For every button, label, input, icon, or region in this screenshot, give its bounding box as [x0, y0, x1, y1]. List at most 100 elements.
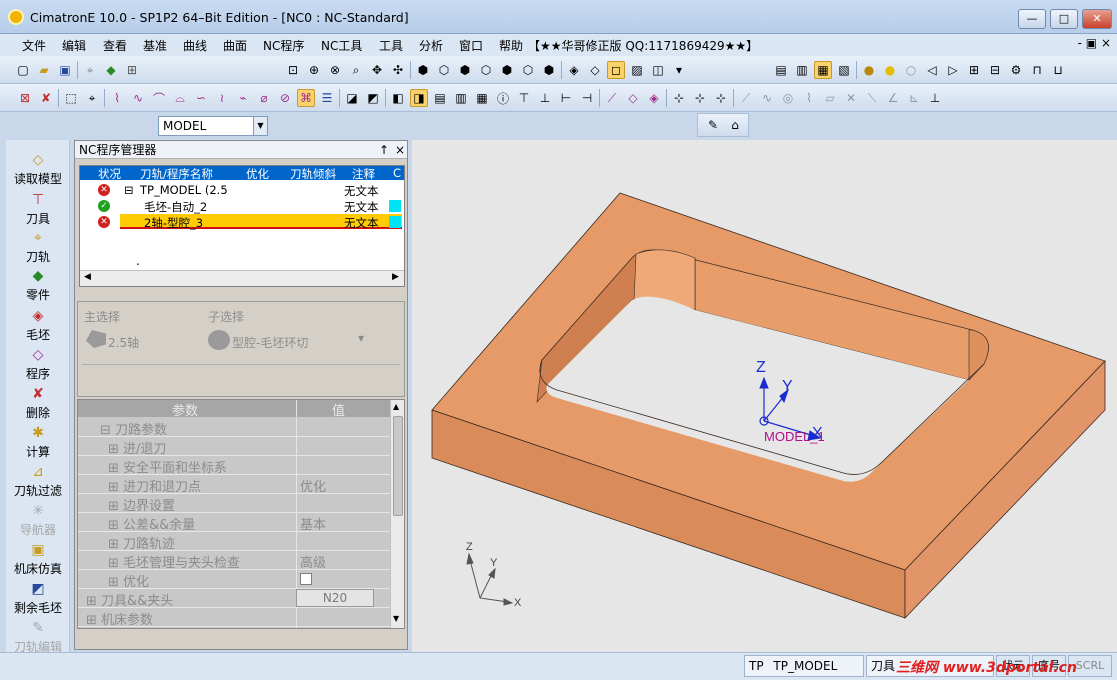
close-icon[interactable]: ×: [395, 141, 405, 159]
param-row[interactable]: ⊞ 公差&&余量 基本: [78, 513, 390, 533]
zoom-icon[interactable]: ⌕: [347, 61, 365, 79]
curve-c-icon[interactable]: ⌒: [150, 89, 168, 107]
curve-f-icon[interactable]: ≀: [213, 89, 231, 107]
param-row[interactable]: ⊞ 机床参数: [78, 608, 390, 628]
menu-datum[interactable]: 基准: [143, 37, 167, 54]
menu-tools[interactable]: 工具: [379, 37, 403, 54]
line-b-icon[interactable]: ∿: [758, 89, 776, 107]
curve-i-icon[interactable]: ⊘: [276, 89, 294, 107]
zoom-in-out-icon[interactable]: ⊗: [326, 61, 344, 79]
pin-icon[interactable]: ↑: [379, 141, 389, 159]
scroll-left-icon[interactable]: ◀: [84, 272, 91, 282]
sidebar-item-compute[interactable]: ✱ 计算: [6, 425, 70, 460]
light-off-icon[interactable]: ○: [902, 61, 920, 79]
scroll-up-icon[interactable]: ▲: [393, 402, 399, 411]
curve-active-icon[interactable]: ⌘: [297, 89, 315, 107]
view-right-icon[interactable]: ⬡: [477, 61, 495, 79]
view-top-icon[interactable]: ⬢: [456, 61, 474, 79]
sidebar-item-read-model[interactable]: ◇ 读取模型: [6, 152, 70, 187]
nc-g-icon[interactable]: ⊥: [536, 89, 554, 107]
scroll-down-icon[interactable]: ▼: [393, 614, 399, 623]
nc-b-icon[interactable]: ◨: [410, 89, 428, 107]
sidebar-item-tool[interactable]: ⊤ 刀具: [6, 192, 70, 227]
scroll-thumb[interactable]: [393, 416, 403, 516]
line-d-icon[interactable]: ⌇: [800, 89, 818, 107]
nc-e-icon[interactable]: ▦: [473, 89, 491, 107]
optimize-checkbox[interactable]: [300, 573, 312, 585]
parameter-table[interactable]: 参数 值 ⊟ 刀路参数 ⊞ 进/退刀 ⊞ 安全平面和坐标系 ⊞ 进刀和退刀点 优化 ⊞ 边…: [77, 399, 405, 629]
light-bulb-icon[interactable]: ●: [881, 61, 899, 79]
line-i-icon[interactable]: ⊾: [905, 89, 923, 107]
param-vertical-scrollbar[interactable]: ▲ ▼: [390, 400, 404, 628]
param-row[interactable]: ⊞ 毛坯管理与夹头检查 高级: [78, 551, 390, 571]
curve-h-icon[interactable]: ⌀: [255, 89, 273, 107]
maximize-button[interactable]: □: [1050, 9, 1078, 29]
line-h-icon[interactable]: ∠: [884, 89, 902, 107]
render-edges-icon[interactable]: ◇: [586, 61, 604, 79]
line-c-icon[interactable]: ◎: [779, 89, 797, 107]
tree-horizontal-scrollbar[interactable]: ◀ ▶: [80, 270, 404, 286]
view-front-icon[interactable]: ⬡: [435, 61, 453, 79]
menu-window[interactable]: 窗口: [459, 37, 483, 54]
view-left-icon[interactable]: ⬢: [498, 61, 516, 79]
sidebar-item-part[interactable]: ◆ 零件: [6, 268, 70, 303]
render-more-icon[interactable]: ▾: [670, 61, 688, 79]
shape-c-icon[interactable]: ◈: [645, 89, 663, 107]
view-back-icon[interactable]: ⬡: [519, 61, 537, 79]
next-icon[interactable]: ▷: [944, 61, 962, 79]
scroll-right-icon[interactable]: ▶: [392, 272, 399, 282]
surf-a-icon[interactable]: ◪: [343, 89, 361, 107]
shape-b-icon[interactable]: ◇: [624, 89, 642, 107]
curve-g-icon[interactable]: ⌁: [234, 89, 252, 107]
col-tilt[interactable]: 刀轨倾斜: [290, 166, 336, 182]
nc-h-icon[interactable]: ⊢: [557, 89, 575, 107]
menu-view[interactable]: 查看: [103, 37, 127, 54]
col-name[interactable]: 刀轨/程序名称: [140, 166, 213, 182]
param-row[interactable]: ⊞ 安全平面和坐标系: [78, 456, 390, 476]
param-row[interactable]: ⊞ 优化: [78, 570, 390, 590]
sketch-icon[interactable]: ✎: [704, 116, 722, 134]
nc-f-icon[interactable]: ⊤: [515, 89, 533, 107]
axis-a-icon[interactable]: ⊹: [670, 89, 688, 107]
zoom-window-icon[interactable]: ⊕: [305, 61, 323, 79]
graphics-viewport[interactable]: Z Y X MODEL_1 Z Y X: [412, 140, 1117, 652]
render-wireframe-icon[interactable]: ◻: [607, 61, 625, 79]
zoom-all-icon[interactable]: ⊡: [284, 61, 302, 79]
split-icon[interactable]: ⊥: [926, 89, 944, 107]
surf-b-icon[interactable]: ◩: [364, 89, 382, 107]
sidebar-item-procedure[interactable]: ◇ 程序: [6, 347, 70, 382]
pick-icon[interactable]: ⌖: [81, 61, 99, 79]
nc-d-icon[interactable]: ▥: [452, 89, 470, 107]
main-select-value[interactable]: 2.5轴: [108, 334, 139, 351]
nc-c-icon[interactable]: ▤: [431, 89, 449, 107]
param-value-button[interactable]: N20: [296, 589, 374, 607]
tree-row[interactable]: ✕ ⊟ TP_MODEL (2.5 无文本: [80, 182, 404, 198]
menu-nc-program[interactable]: NC程序: [263, 37, 304, 54]
sidebar-item-filter[interactable]: ⊿ 刀轨过滤: [6, 464, 70, 499]
display-toggle-icon[interactable]: ▦: [814, 61, 832, 79]
display-all-icon[interactable]: ▥: [793, 61, 811, 79]
select-all-icon[interactable]: ⊠: [16, 89, 34, 107]
curve-a-icon[interactable]: ⌇: [108, 89, 126, 107]
menu-surface[interactable]: 曲面: [223, 37, 247, 54]
sub-select-value[interactable]: 型腔-毛坯环切: [232, 334, 308, 351]
curve-d-icon[interactable]: ⌓: [171, 89, 189, 107]
curve-b-icon[interactable]: ∿: [129, 89, 147, 107]
tool-b-icon[interactable]: ⊔: [1049, 61, 1067, 79]
col-optimize[interactable]: 优化: [246, 166, 269, 182]
curve-e-icon[interactable]: ∽: [192, 89, 210, 107]
display-filter-icon[interactable]: ▤: [772, 61, 790, 79]
render-hidden-icon[interactable]: ▨: [628, 61, 646, 79]
view-iso-icon[interactable]: ⬢: [414, 61, 432, 79]
param-row[interactable]: ⊟ 刀路参数: [78, 418, 390, 438]
shape-a-icon[interactable]: ⟋: [603, 89, 621, 107]
tool-a-icon[interactable]: ⊓: [1028, 61, 1046, 79]
tree-row-selected[interactable]: ✕ 2轴-型腔_3 无文本: [80, 214, 404, 230]
chevron-down-icon[interactable]: ▼: [253, 117, 267, 135]
list-icon[interactable]: ☰: [318, 89, 336, 107]
col-c[interactable]: C: [393, 166, 401, 180]
render-mode-icon[interactable]: ◫: [649, 61, 667, 79]
line-g-icon[interactable]: ⟍: [863, 89, 881, 107]
param-row[interactable]: ⊞ 进/退刀: [78, 437, 390, 457]
info-icon[interactable]: ⓘ: [494, 89, 512, 107]
